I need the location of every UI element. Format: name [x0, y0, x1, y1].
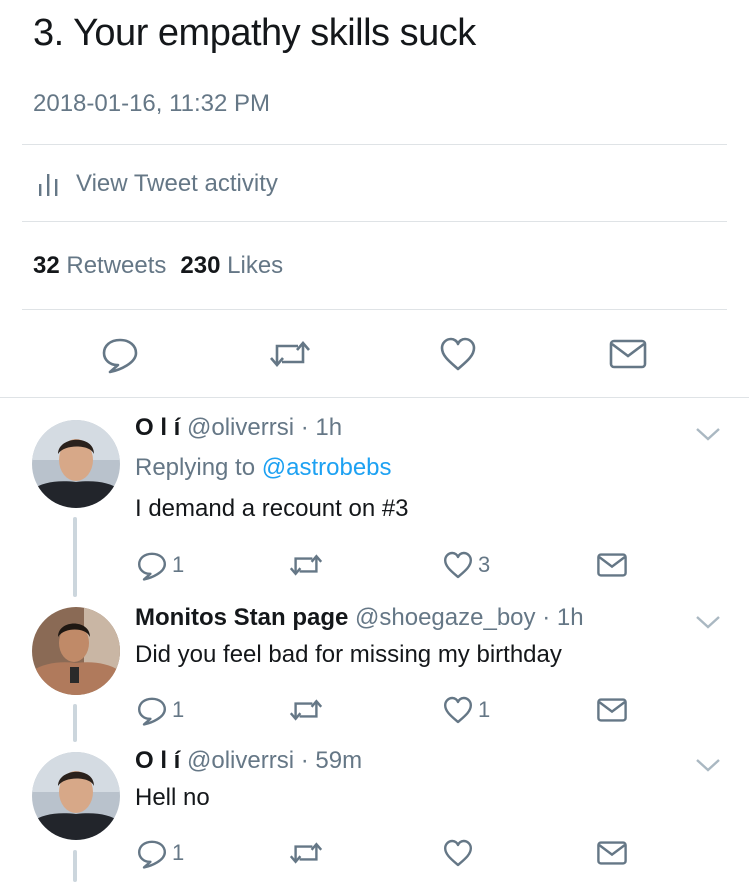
reply-text: Hell no — [135, 784, 210, 811]
user-handle[interactable]: @oliverrsi — [187, 414, 294, 441]
user-handle[interactable]: @shoegaze_boy — [355, 604, 536, 631]
retweet-icon — [289, 554, 323, 576]
tweet-action-bar — [0, 330, 749, 378]
separator: · — [300, 747, 309, 774]
retweet-button[interactable] — [266, 330, 314, 378]
retweet-icon — [289, 842, 323, 864]
reply-button[interactable]: 1 — [136, 836, 184, 870]
reply-button[interactable]: 1 — [136, 693, 184, 727]
replying-to: Replying to @astrobebs — [135, 454, 392, 482]
avatar[interactable] — [32, 752, 120, 840]
view-tweet-activity-link[interactable]: View Tweet activity — [36, 168, 278, 200]
tweet-stats: 32 Retweets 230 Likes — [33, 252, 283, 280]
user-photo — [32, 607, 120, 695]
reply-header: O l í @oliverrsi · 59m — [135, 747, 362, 775]
retweets-count: 32 — [33, 252, 60, 279]
reply-action-bar: 1 1 — [0, 693, 749, 727]
reply-count: 1 — [172, 552, 185, 577]
retweet-icon — [270, 341, 310, 367]
reply-header: O l í @oliverrsi · 1h — [135, 414, 342, 442]
reply-text: Did you feel bad for missing my birthday — [135, 641, 562, 668]
tweet-text: 3. Your empathy skills suck — [33, 12, 476, 54]
direct-message-button[interactable] — [596, 836, 628, 870]
likes-stat[interactable]: 230 Likes — [180, 252, 283, 279]
reply-icon — [138, 697, 166, 726]
heart-icon — [444, 551, 472, 579]
envelope-icon — [609, 339, 647, 369]
reply-count: 1 — [172, 697, 185, 722]
like-button[interactable] — [442, 836, 478, 870]
heart-icon — [440, 337, 476, 371]
like-button[interactable] — [434, 330, 482, 378]
direct-message-button[interactable] — [596, 548, 628, 582]
like-count: 1 — [478, 697, 491, 722]
chevron-down-icon[interactable] — [694, 612, 722, 632]
display-name[interactable]: O l í — [135, 414, 180, 441]
like-button[interactable]: 1 — [442, 693, 490, 727]
direct-message-button[interactable] — [604, 330, 652, 378]
reply-button[interactable] — [96, 330, 144, 378]
display-name[interactable]: O l í — [135, 747, 180, 774]
reply-action-bar: 1 3 — [0, 548, 749, 582]
user-photo — [32, 420, 120, 508]
heart-icon — [444, 696, 472, 724]
user-handle[interactable]: @oliverrsi — [187, 747, 294, 774]
retweets-stat[interactable]: 32 Retweets — [33, 252, 166, 279]
view-tweet-activity-label: View Tweet activity — [76, 170, 278, 197]
avatar[interactable] — [32, 607, 120, 695]
heart-icon — [444, 839, 472, 867]
replying-to-label: Replying to — [135, 454, 256, 481]
retweet-icon — [289, 699, 323, 721]
reply-icon — [138, 552, 166, 581]
divider — [22, 144, 727, 145]
separator: · — [300, 414, 309, 441]
divider — [22, 221, 727, 222]
reply-time[interactable]: 59m — [315, 747, 362, 774]
reply-button[interactable]: 1 — [136, 548, 184, 582]
divider — [0, 397, 749, 398]
envelope-icon — [597, 698, 627, 722]
reply-time[interactable]: 1h — [315, 414, 342, 441]
display-name[interactable]: Monitos Stan page — [135, 604, 348, 631]
user-photo — [32, 752, 120, 840]
chevron-down-icon[interactable] — [694, 755, 722, 775]
reply-text: I demand a recount on #3 — [135, 495, 409, 522]
reply-time[interactable]: 1h — [557, 604, 584, 631]
retweets-label: Retweets — [66, 252, 167, 279]
replying-to-mention[interactable]: @astrobebs — [262, 454, 392, 481]
like-count: 3 — [478, 552, 491, 577]
reply-icon — [138, 840, 166, 869]
divider — [22, 309, 727, 310]
retweet-button[interactable] — [288, 693, 328, 727]
bar-chart-icon — [39, 174, 58, 196]
avatar[interactable] — [32, 420, 120, 508]
direct-message-button[interactable] — [596, 693, 628, 727]
retweet-button[interactable] — [288, 836, 328, 870]
retweet-button[interactable] — [288, 548, 328, 582]
likes-label: Likes — [227, 252, 284, 279]
likes-count: 230 — [180, 252, 221, 279]
separator: · — [542, 604, 551, 631]
envelope-icon — [597, 841, 627, 865]
chevron-down-icon[interactable] — [694, 424, 722, 444]
envelope-icon — [597, 553, 627, 577]
reply-header: Monitos Stan page @shoegaze_boy · 1h — [135, 604, 584, 632]
reply-action-bar: 1 — [0, 836, 749, 870]
reply-icon — [102, 338, 138, 374]
reply-count: 1 — [172, 840, 185, 865]
like-button[interactable]: 3 — [442, 548, 490, 582]
tweet-timestamp[interactable]: 2018-01-16, 11:32 PM — [33, 90, 270, 118]
